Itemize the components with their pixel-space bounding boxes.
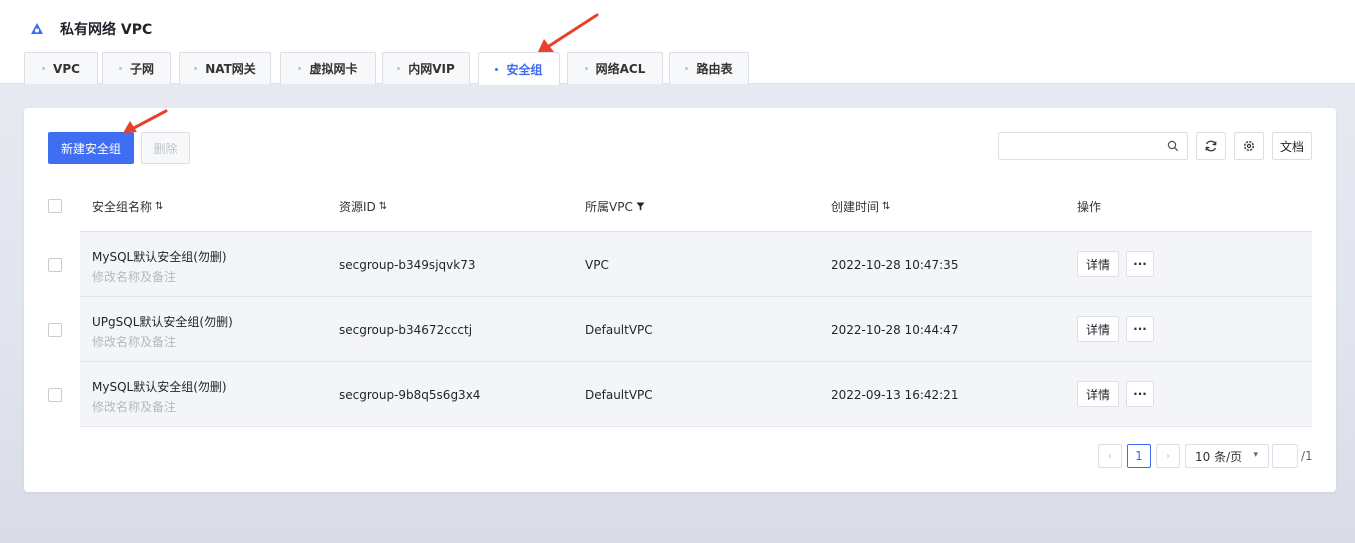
top-bar: 私有网络 VPC VPC 子网 NAT网关 虚拟网卡 内网VIP 安全组 网络A… — [0, 0, 1355, 85]
more-actions-button[interactable]: ··· — [1126, 316, 1154, 342]
tab-internal-vip[interactable]: 内网VIP — [382, 52, 470, 84]
tab-dot-icon — [118, 67, 122, 70]
search-box — [998, 132, 1188, 160]
table-row[interactable]: UPgSQL默认安全组(勿删) 修改名称及备注 secgroup-b34672c… — [80, 297, 1312, 362]
table-row[interactable]: MySQL默认安全组(勿删) 修改名称及备注 secgroup-b349sjqv… — [80, 232, 1312, 297]
column-label: 安全组名称 — [92, 200, 153, 214]
created-time: 2022-09-13 16:42:21 — [831, 388, 959, 402]
more-actions-button[interactable]: ··· — [1126, 381, 1154, 407]
vpc-name: DefaultVPC — [585, 323, 653, 337]
filter-icon[interactable] — [636, 202, 645, 211]
chevron-down-icon: ▾ — [1253, 450, 1258, 460]
tab-label: 内网VIP — [408, 62, 455, 76]
row-checkbox[interactable] — [48, 388, 62, 402]
tab-label: 安全组 — [506, 62, 543, 77]
created-time: 2022-10-28 10:47:35 — [831, 258, 959, 272]
resource-id: secgroup-b349sjqvk73 — [339, 258, 476, 272]
tab-label: 子网 — [129, 62, 154, 76]
vpc-name: VPC — [585, 258, 609, 272]
sort-icon[interactable]: ⇅ — [155, 201, 163, 212]
refresh-icon — [1205, 140, 1217, 152]
page-jump-input[interactable] — [1272, 444, 1298, 468]
edit-name-remark-link[interactable]: 修改名称及备注 — [92, 398, 176, 415]
resource-id: secgroup-b34672ccctj — [339, 323, 473, 337]
tab-label: VPC — [53, 61, 80, 76]
search-input[interactable] — [999, 133, 1159, 159]
column-label: 创建时间 — [831, 200, 880, 214]
page-size-select[interactable]: 10 条/页 ▾ — [1185, 444, 1269, 468]
select-all-checkbox[interactable] — [48, 199, 62, 213]
security-group-panel: 新建安全组 删除 文档 安全组名称 ⇅ 资源ID ⇅ 所属VPC 创建时间 ⇅ 操作 … — [24, 108, 1336, 492]
tab-label: NAT网关 — [205, 62, 256, 76]
edit-name-remark-link[interactable]: 修改名称及备注 — [92, 333, 176, 350]
chevron-right-icon: › — [1166, 450, 1170, 462]
column-label: 所属VPC — [585, 200, 633, 214]
tab-dot-icon — [298, 67, 302, 70]
resource-id: secgroup-9b8q5s6g3x4 — [339, 388, 481, 402]
delete-button[interactable]: 删除 — [141, 132, 190, 164]
gear-icon — [1243, 140, 1255, 152]
details-button[interactable]: 详情 — [1077, 316, 1119, 342]
tab-label: 虚拟网卡 — [309, 62, 358, 76]
tab-security-group[interactable]: 安全组 — [478, 52, 560, 85]
tab-nat-gateway[interactable]: NAT网关 — [179, 52, 271, 84]
sort-icon[interactable]: ⇅ — [379, 201, 387, 212]
tab-dot-icon — [42, 67, 46, 70]
row-checkbox[interactable] — [48, 323, 62, 337]
created-time: 2022-10-28 10:44:47 — [831, 323, 959, 337]
tab-virtual-nic[interactable]: 虚拟网卡 — [280, 52, 376, 84]
details-button[interactable]: 详情 — [1077, 251, 1119, 277]
column-header-created-time[interactable]: 创建时间 ⇅ — [831, 198, 890, 215]
tab-label: 网络ACL — [595, 62, 646, 76]
sort-icon[interactable]: ⇅ — [882, 201, 890, 212]
vpc-logo-icon — [31, 23, 43, 34]
search-icon[interactable] — [1167, 140, 1179, 152]
chevron-left-icon: ‹ — [1108, 450, 1112, 462]
column-header-actions: 操作 — [1077, 198, 1101, 215]
details-button[interactable]: 详情 — [1077, 381, 1119, 407]
tab-dot-icon — [685, 67, 689, 70]
tab-dot-icon — [495, 67, 499, 71]
tab-dot-icon — [194, 67, 198, 70]
prev-page-button[interactable]: ‹ — [1098, 444, 1122, 468]
column-header-resource-id[interactable]: 资源ID ⇅ — [339, 198, 387, 215]
table-row[interactable]: MySQL默认安全组(勿删) 修改名称及备注 secgroup-9b8q5s6g… — [80, 362, 1312, 427]
tab-label: 路由表 — [696, 62, 733, 76]
tab-dot-icon — [397, 67, 401, 70]
create-security-group-button[interactable]: 新建安全组 — [48, 132, 134, 164]
tab-dot-icon — [584, 67, 588, 70]
tab-network-acl[interactable]: 网络ACL — [567, 52, 663, 84]
row-checkbox[interactable] — [48, 258, 62, 272]
settings-button[interactable] — [1234, 132, 1264, 160]
tab-route-table[interactable]: 路由表 — [669, 52, 749, 84]
page-size-value: 10 条/页 — [1195, 449, 1243, 464]
tab-vpc[interactable]: VPC — [24, 52, 98, 84]
column-header-vpc[interactable]: 所属VPC — [585, 198, 645, 215]
total-pages: /1 — [1301, 449, 1313, 463]
column-label: 操作 — [1077, 200, 1102, 214]
refresh-button[interactable] — [1196, 132, 1226, 160]
vpc-name: DefaultVPC — [585, 388, 653, 402]
next-page-button[interactable]: › — [1156, 444, 1180, 468]
tab-subnet[interactable]: 子网 — [102, 52, 171, 84]
app-header: 私有网络 VPC — [30, 19, 152, 39]
page-number-current[interactable]: 1 — [1127, 444, 1151, 468]
edit-name-remark-link[interactable]: 修改名称及备注 — [92, 268, 176, 285]
app-title: 私有网络 VPC — [60, 22, 153, 38]
security-group-name[interactable]: MySQL默认安全组(勿删) — [92, 378, 227, 395]
security-group-name[interactable]: MySQL默认安全组(勿删) — [92, 248, 227, 265]
column-label: 资源ID — [339, 200, 376, 214]
more-actions-button[interactable]: ··· — [1126, 251, 1154, 277]
docs-button[interactable]: 文档 — [1272, 132, 1312, 160]
security-group-name[interactable]: UPgSQL默认安全组(勿删) — [92, 313, 233, 330]
column-header-name[interactable]: 安全组名称 ⇅ — [92, 198, 163, 215]
